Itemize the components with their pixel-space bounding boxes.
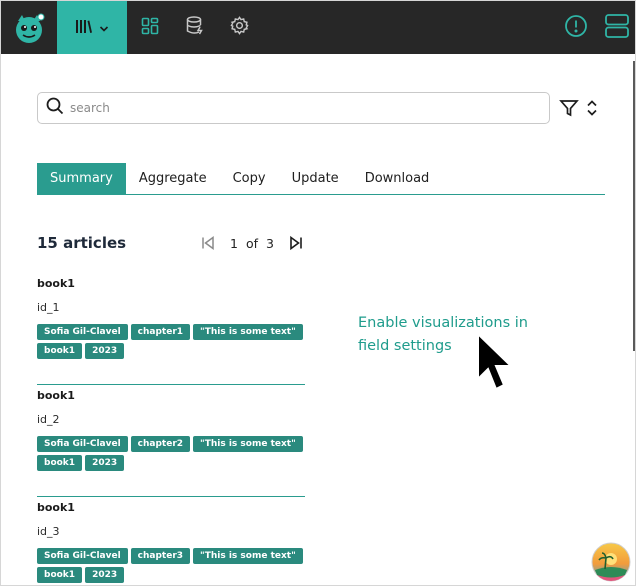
- tag-author[interactable]: Sofia Gil-Clavel: [37, 436, 128, 452]
- tag-author[interactable]: Sofia Gil-Clavel: [37, 548, 128, 564]
- tag-year[interactable]: 2023: [85, 567, 125, 583]
- tag-book[interactable]: book1: [37, 343, 83, 359]
- current-page: 1: [230, 235, 238, 251]
- library-icon: [75, 18, 93, 38]
- view-tabs: Summary Aggregate Copy Update Download: [37, 163, 605, 195]
- article-id: id_1: [37, 301, 60, 314]
- tag-book[interactable]: book1: [37, 567, 83, 583]
- top-navigation-right: [555, 1, 635, 54]
- tag-text[interactable]: "This is some text": [193, 548, 303, 564]
- first-page-icon[interactable]: [200, 235, 216, 251]
- chevron-down-icon: [99, 18, 109, 37]
- page-of-label: of: [245, 235, 259, 251]
- tab-update[interactable]: Update: [279, 163, 352, 194]
- tab-summary[interactable]: Summary: [37, 163, 126, 194]
- tag-author[interactable]: Sofia Gil-Clavel: [37, 324, 128, 340]
- search-icon: [46, 97, 64, 119]
- tag-text[interactable]: "This is some text": [193, 436, 303, 452]
- sort-icon[interactable]: [584, 98, 600, 118]
- settings-button[interactable]: [217, 1, 262, 54]
- dashboard-button[interactable]: [127, 1, 172, 54]
- article-title: book1: [37, 501, 75, 514]
- results-count: 15 articles: [37, 234, 127, 252]
- tag-chapter[interactable]: chapter3: [130, 548, 191, 564]
- search-input[interactable]: [70, 101, 510, 115]
- tag-chapter[interactable]: chapter2: [130, 436, 191, 452]
- tab-download[interactable]: Download: [352, 163, 443, 194]
- scrollbar[interactable]: [633, 61, 635, 351]
- tag-year[interactable]: 2023: [85, 455, 125, 471]
- article-id: id_2: [37, 413, 60, 426]
- library-menu-button[interactable]: [57, 1, 127, 54]
- article-tags: Sofia Gil-Clavel chapter1 "This is some …: [37, 324, 307, 359]
- last-page-icon[interactable]: [288, 235, 304, 251]
- app-window: Summary Aggregate Copy Update Download 1…: [0, 0, 636, 586]
- alerts-button[interactable]: [555, 1, 596, 54]
- tag-book[interactable]: book1: [37, 455, 83, 471]
- robot-logo-icon[interactable]: [1, 1, 57, 54]
- total-pages: 3: [266, 235, 274, 251]
- database-button[interactable]: [172, 1, 217, 54]
- tab-aggregate[interactable]: Aggregate: [126, 163, 220, 194]
- search-box: [37, 92, 550, 124]
- article-title: book1: [37, 277, 75, 290]
- article-tags: Sofia Gil-Clavel chapter2 "This is some …: [37, 436, 307, 471]
- cursor-icon: [475, 331, 515, 391]
- list-item[interactable]: book1 id_1 Sofia Gil-Clavel chapter1 "Th…: [37, 273, 305, 385]
- tag-text[interactable]: "This is some text": [193, 324, 303, 340]
- visualization-notice: Enable visualizations in field settings: [358, 315, 528, 354]
- pagination: 1 of 3: [200, 235, 304, 251]
- list-item[interactable]: book1 id_2 Sofia Gil-Clavel chapter2 "Th…: [37, 385, 305, 497]
- tag-year[interactable]: 2023: [85, 343, 125, 359]
- article-list: book1 id_1 Sofia Gil-Clavel chapter1 "Th…: [37, 273, 307, 585]
- filter-icon[interactable]: [559, 98, 579, 118]
- top-navigation: [1, 1, 635, 54]
- alert-circle-icon: [564, 14, 588, 42]
- article-title: book1: [37, 389, 75, 402]
- app-badge-icon[interactable]: [591, 542, 631, 582]
- article-id: id_3: [37, 525, 60, 538]
- servers-button[interactable]: [596, 1, 635, 54]
- article-tags: Sofia Gil-Clavel chapter3 "This is some …: [37, 548, 307, 583]
- tab-copy[interactable]: Copy: [220, 163, 279, 194]
- gear-icon: [230, 16, 249, 39]
- database-icon: [186, 16, 204, 39]
- servers-icon: [604, 13, 630, 43]
- list-item[interactable]: book1 id_3 Sofia Gil-Clavel chapter3 "Th…: [37, 497, 307, 585]
- tag-chapter[interactable]: chapter1: [130, 324, 191, 340]
- dashboard-icon: [141, 17, 159, 39]
